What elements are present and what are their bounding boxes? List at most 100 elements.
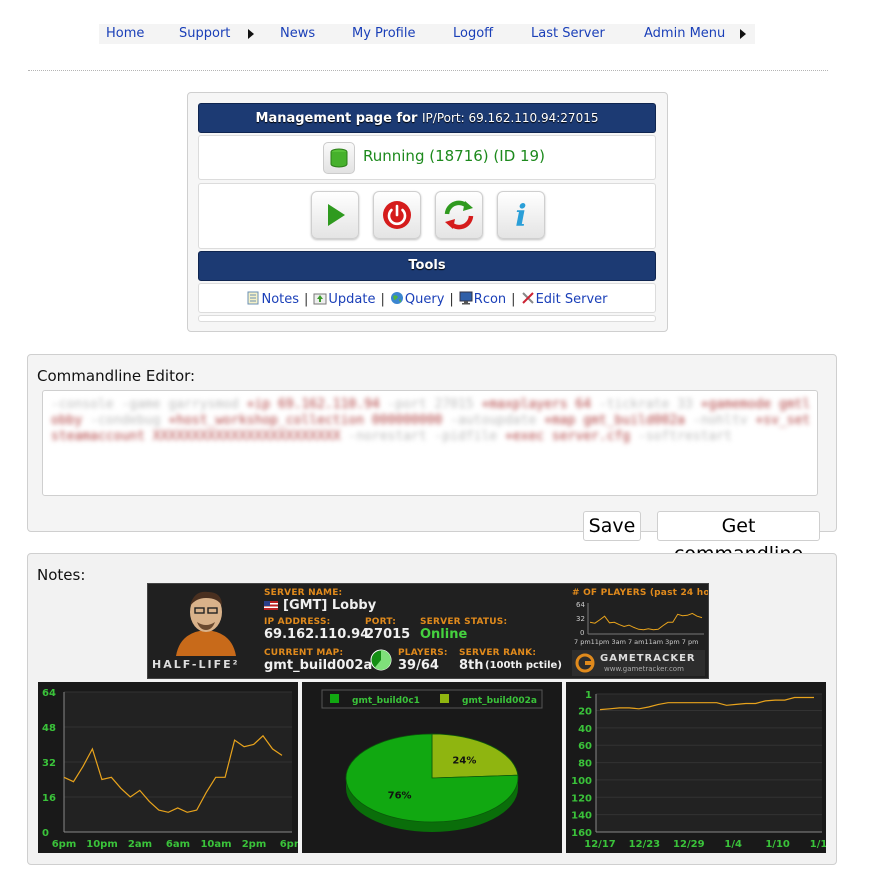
panel-footer [198, 315, 656, 322]
rank-line-chart: 1 20 40 60 80 100 120 140 160 12/17 12/23 12/29 1/4 1… [566, 682, 834, 853]
tool-update[interactable]: Update [313, 292, 376, 307]
legend-label: gmt_build002a [462, 696, 537, 706]
tool-edit-server-label: Edit Server [535, 292, 608, 307]
rank-label: SERVER RANK: [459, 648, 537, 658]
players-pie-icon [370, 649, 392, 671]
start-button[interactable] [311, 191, 359, 239]
nav-news[interactable]: News [280, 24, 315, 44]
info-button[interactable]: i [497, 191, 545, 239]
server-port: 27015 [365, 627, 411, 642]
y-tick-label: 32 [42, 758, 56, 769]
admin-submenu-arrow-icon[interactable] [740, 29, 746, 39]
gametracker-banner[interactable]: HALF-LIFE² SERVER NAME: [GMT] Lobby IP A… [147, 583, 709, 679]
port-label: PORT: [365, 617, 397, 627]
server-rank: 8th [459, 658, 484, 673]
y-tick-label: 100 [571, 776, 592, 787]
map-pie-chart: gmt_build0c1 gmt_build002a 76% 24% [302, 682, 562, 853]
divider [28, 70, 828, 71]
notes-title: Notes: [37, 566, 86, 584]
gametracker-brand: GAMETRACKER [600, 653, 696, 664]
svg-text:i: i [515, 199, 526, 234]
y-tick-label: 40 [578, 724, 592, 735]
gordon-freeman-portrait [176, 591, 236, 656]
nav-my-profile[interactable]: My Profile [352, 24, 415, 44]
y-tick-label: 120 [571, 793, 592, 804]
support-submenu-arrow-icon[interactable] [248, 29, 254, 39]
nav-support[interactable]: Support [179, 24, 230, 44]
database-icon [323, 142, 355, 174]
ip-label: IP ADDRESS: [264, 617, 331, 627]
y-tick-label: 20 [578, 706, 592, 717]
tool-rcon[interactable]: Rcon [459, 291, 507, 307]
ip-port-label: IP/Port: 69.162.110.94:27015 [422, 111, 599, 125]
refresh-icon [444, 200, 474, 230]
nav-last-server[interactable]: Last Server [531, 24, 605, 44]
gametracker-url: www.gametracker.com [604, 665, 684, 673]
nav-home[interactable]: Home [106, 24, 144, 44]
top-nav: Home Support News My Profile Logoff Last… [99, 24, 755, 44]
mini-ytick-0: 0 [580, 629, 584, 637]
x-tick-label: 10am [200, 839, 231, 850]
tool-query[interactable]: Query [390, 292, 445, 307]
y-tick-label: 60 [578, 741, 592, 752]
x-tick-label: 10pm [86, 839, 118, 850]
tool-edit-server[interactable]: Edit Server [521, 292, 608, 307]
tool-rcon-label: Rcon [473, 292, 507, 307]
gametracker-logo: GAMETRACKER www.gametracker.com [572, 650, 705, 676]
nav-admin-menu[interactable]: Admin Menu [644, 24, 725, 44]
map-label: CURRENT MAP: [264, 648, 344, 658]
tool-notes-label: Notes [261, 292, 300, 307]
mini-xticks: 7 pm11pm 3am 7 am11am 3pm 7 pm [574, 638, 698, 646]
y-tick-label: 0 [42, 828, 49, 839]
server-online-status: Online [420, 627, 468, 642]
x-tick-label: 12/29 [673, 839, 705, 850]
wrench-icon [521, 292, 534, 304]
x-tick-label: 12/17 [584, 839, 616, 850]
y-tick-label: 140 [571, 811, 592, 822]
notes-panel: Notes: HALF-LIFE² SERVER NAME: [GMT] Lob… [27, 553, 837, 865]
x-tick-label: 6am [166, 839, 190, 850]
x-tick-label: 6pm [280, 839, 298, 850]
server-name-label: SERVER NAME: [264, 588, 343, 598]
legend-swatch [330, 694, 339, 703]
tool-notes[interactable]: Notes [246, 291, 300, 307]
server-status-label: SERVER STATUS: [420, 617, 508, 627]
x-tick-label: 1/10 [765, 839, 790, 850]
tools-section: Notes | Update | Query | Rcon | Edit Server [198, 283, 656, 313]
tool-query-label: Query [404, 292, 445, 307]
commandline-panel: Commandline Editor: -console -game garry… [27, 354, 837, 565]
save-button[interactable]: Save [583, 511, 641, 541]
rank-percentile: (100th pctile) [485, 660, 562, 671]
mini-ytick-64: 64 [576, 601, 585, 609]
legend-label: gmt_build0c1 [352, 696, 420, 706]
server-ip: 69.162.110.94 [264, 627, 370, 642]
tools-title: Tools [408, 258, 446, 273]
get-commandline-button[interactable]: Get commandline [657, 511, 820, 565]
x-tick-label: 2pm [242, 839, 267, 850]
mini-player-graph: 64 32 0 7 pm11pm 3am 7 am11am 3pm 7 pm [574, 601, 704, 646]
info-icon: i [515, 199, 526, 234]
commandline-textarea[interactable]: -console -game garrysmod +ip 69.162.110.… [42, 390, 818, 496]
y-tick-label: 160 [571, 828, 592, 839]
server-status-text: Running (18716) (ID 19) [363, 147, 545, 165]
x-tick-label: 1/4 [724, 839, 742, 850]
play-icon [328, 204, 345, 226]
players-label: PLAYERS: [398, 648, 448, 658]
restart-button[interactable] [435, 191, 483, 239]
server-name: [GMT] Lobby [283, 598, 377, 613]
us-flag-icon [264, 601, 278, 610]
status-section: Running (18716) (ID 19) [198, 135, 656, 180]
legend-swatch [440, 694, 449, 703]
tool-update-label: Update [328, 292, 376, 307]
notes-icon [247, 291, 259, 305]
player-count: 39/64 [398, 658, 439, 673]
stop-button[interactable] [373, 191, 421, 239]
management-header: Management page for IP/Port: 69.162.110.… [198, 103, 656, 133]
nav-logoff[interactable]: Logoff [453, 24, 493, 44]
commandline-title: Commandline Editor: [37, 367, 196, 385]
power-icon [383, 201, 411, 229]
mini-ytick-32: 32 [576, 615, 585, 623]
y-tick-label: 1 [585, 690, 592, 701]
half-life-logo: HALF-LIFE² [152, 658, 240, 671]
management-title: Management page for [255, 111, 418, 126]
